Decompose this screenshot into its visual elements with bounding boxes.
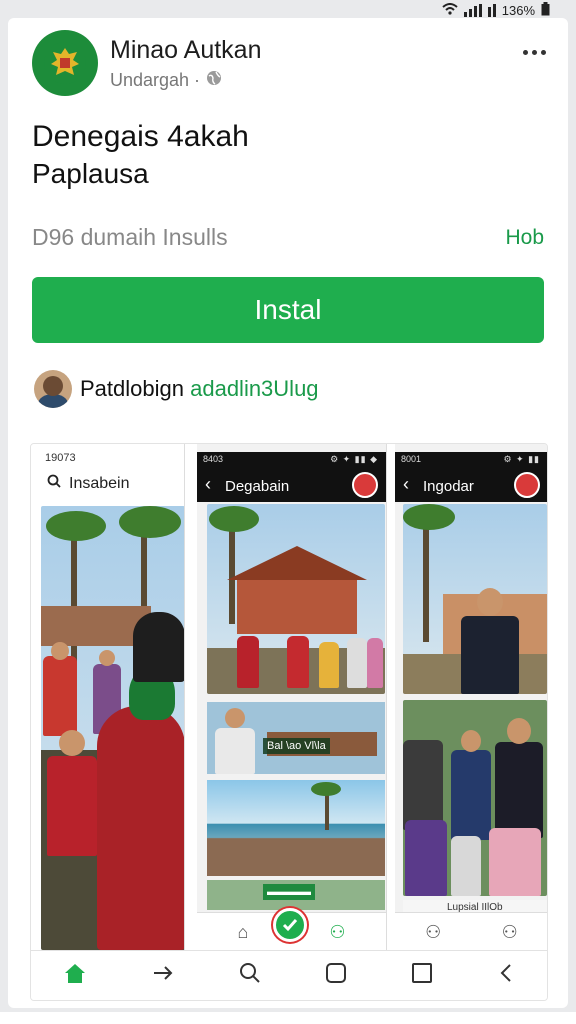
- meta-link[interactable]: Hob: [505, 226, 544, 250]
- status-bar: 136%: [0, 0, 576, 20]
- avatar: [34, 370, 72, 408]
- search-bar[interactable]: Insabein: [47, 474, 130, 493]
- temple-photo: [207, 504, 385, 694]
- phone-tabbar: ⚇ ⚇: [395, 912, 547, 952]
- person-icon[interactable]: ⚇: [425, 922, 441, 943]
- square-icon[interactable]: [411, 962, 433, 990]
- battery-icon: [541, 1, 550, 19]
- phone-header: 8403 ⚙ ✦ ▮▮ ◆ ‹ Degabain: [197, 452, 386, 502]
- thumbnail-card[interactable]: Bal \ao Vl\la: [207, 702, 385, 774]
- headline-primary: Denegais 4akah: [32, 120, 249, 153]
- family-photo: [403, 700, 547, 896]
- status-icons: ⚙ ✦ ▮▮: [503, 454, 540, 464]
- app-name: Minao Autkan: [110, 36, 262, 64]
- app-logo: [32, 30, 98, 96]
- battery-level: 136%: [501, 2, 535, 18]
- back-icon[interactable]: ‹: [205, 474, 211, 495]
- install-button[interactable]: Instal: [32, 277, 544, 343]
- phone-title: Degabain: [225, 478, 290, 495]
- app-meta: D96 dumaih Insulls: [32, 224, 228, 250]
- more-icon[interactable]: [523, 50, 546, 55]
- signal-icon: [463, 3, 482, 17]
- screenshot-3[interactable]: 8001 ⚙ ✦ ▮▮ ‹ Ingodar Lupsial IIlOb ⚇ ⚇: [395, 444, 547, 952]
- square-icon[interactable]: [325, 962, 347, 990]
- back-icon[interactable]: [497, 962, 515, 990]
- status-icons: ⚙ ✦ ▮▮ ◆: [330, 454, 378, 464]
- screenshot-time: 19073: [45, 452, 76, 464]
- search-label: Insabein: [69, 474, 130, 492]
- check-icon[interactable]: [273, 908, 307, 942]
- beach-thumbnail[interactable]: [207, 780, 385, 876]
- village-photo: [41, 506, 184, 950]
- record-icon[interactable]: [514, 472, 540, 498]
- signal-icon: [487, 3, 496, 17]
- developer-line: Undargah ·: [110, 70, 222, 91]
- globe-icon: [206, 70, 222, 91]
- share-icon[interactable]: [151, 962, 175, 990]
- screenshot-gallery[interactable]: 19073 Insabein 8403 ⚙ ✦ ▮▮ ◆ ‹ Degabain …: [30, 443, 548, 1001]
- app-detail-card: Minao Autkan Undargah · Denegais 4akah P…: [8, 18, 568, 1008]
- screenshot-2[interactable]: 8403 ⚙ ✦ ▮▮ ◆ ‹ Degabain Bal \ao Vl\la ▬…: [197, 444, 387, 952]
- developer-row[interactable]: Patdlobign adadlin3Ulug: [34, 370, 319, 408]
- record-icon[interactable]: [352, 472, 378, 498]
- person-icon[interactable]: ⚇: [502, 922, 518, 943]
- home-icon[interactable]: ⌂: [237, 922, 248, 943]
- phone-title: Ingodar: [423, 478, 474, 495]
- bottom-navigation: [31, 950, 547, 1000]
- search-icon[interactable]: [239, 962, 261, 990]
- headline-secondary: Paplausa: [32, 158, 149, 189]
- wifi-icon: [442, 2, 458, 18]
- officer-photo: [403, 504, 547, 694]
- next-card-peek: [0, 1012, 576, 1024]
- back-icon[interactable]: ‹: [403, 474, 409, 495]
- developer-name: Patdlobign adadlin3Ulug: [80, 376, 319, 401]
- group-thumbnail[interactable]: ▬▬▬▬: [207, 880, 385, 910]
- person-icon[interactable]: ⚇: [329, 922, 345, 943]
- phone-header: 8001 ⚙ ✦ ▮▮ ‹ Ingodar: [395, 452, 547, 502]
- home-icon[interactable]: [63, 962, 87, 990]
- screenshot-1[interactable]: 19073 Insabein: [31, 444, 185, 952]
- search-icon: [47, 474, 61, 493]
